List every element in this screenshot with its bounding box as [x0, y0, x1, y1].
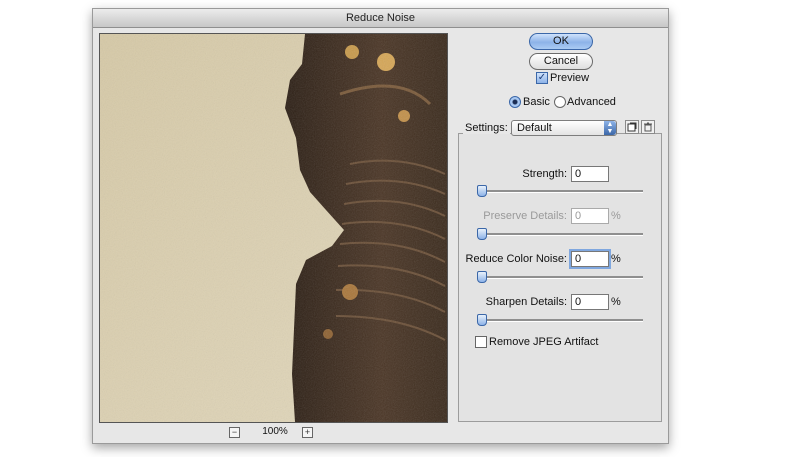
settings-value: Default	[517, 122, 552, 134]
preview-checkbox[interactable]: ✓	[536, 72, 548, 84]
preserve-details-label: Preserve Details:	[483, 210, 567, 222]
basic-radio[interactable]	[509, 96, 521, 108]
delete-preset-button[interactable]	[641, 120, 655, 134]
statue-photo	[100, 34, 447, 422]
strength-slider-thumb[interactable]	[477, 185, 487, 197]
strength-slider-track[interactable]	[477, 190, 643, 193]
trash-icon	[644, 122, 652, 132]
dialog-title: Reduce Noise	[93, 9, 668, 28]
zoom-level: 100%	[262, 426, 288, 437]
remove-jpeg-artifact-checkbox[interactable]	[475, 336, 487, 348]
reduce-color-noise-unit: %	[611, 253, 621, 265]
preserve-details-slider-track[interactable]	[477, 233, 643, 236]
save-preset-icon	[627, 122, 637, 132]
zoom-in-button[interactable]: +	[302, 427, 313, 438]
zoom-control: − 100% +	[229, 426, 319, 440]
reduce-color-noise-slider-thumb[interactable]	[477, 271, 487, 283]
advanced-label: Advanced	[567, 96, 616, 108]
preserve-details-unit: %	[611, 210, 621, 222]
chevron-updown-icon: ▲ ▼	[604, 121, 616, 135]
preview-image[interactable]	[99, 33, 448, 423]
cancel-button[interactable]: Cancel	[529, 53, 593, 70]
preview-label: Preview	[550, 72, 590, 84]
sharpen-details-slider-thumb[interactable]	[477, 314, 487, 326]
sharpen-details-input[interactable]: 0	[571, 294, 609, 310]
sharpen-details-unit: %	[611, 296, 621, 308]
sharpen-details-slider-track[interactable]	[477, 319, 643, 322]
reduce-color-noise-input[interactable]: 0	[569, 249, 611, 269]
reduce-color-noise-label: Reduce Color Noise:	[465, 253, 568, 265]
ok-button[interactable]: OK	[529, 33, 593, 50]
zoom-out-button[interactable]: −	[229, 427, 240, 438]
remove-jpeg-artifact-label: Remove JPEG Artifact	[489, 336, 599, 348]
preserve-details-slider-thumb[interactable]	[477, 228, 487, 240]
strength-label: Strength:	[522, 168, 567, 180]
sharpen-details-label: Sharpen Details:	[485, 296, 567, 308]
strength-input[interactable]: 0	[571, 166, 609, 182]
reduce-color-noise-slider-track[interactable]	[477, 276, 643, 279]
settings-label: Settings:	[463, 122, 510, 134]
advanced-radio[interactable]	[554, 96, 566, 108]
save-preset-button[interactable]	[625, 120, 639, 134]
settings-dropdown[interactable]: Default ▲ ▼	[511, 120, 617, 136]
reduce-noise-dialog: Reduce Noise − 100% + OK Cancel ✓ Previe…	[92, 8, 669, 444]
basic-label: Basic	[523, 96, 550, 108]
checkmark-icon: ✓	[537, 72, 547, 83]
preserve-details-input[interactable]: 0	[571, 208, 609, 224]
